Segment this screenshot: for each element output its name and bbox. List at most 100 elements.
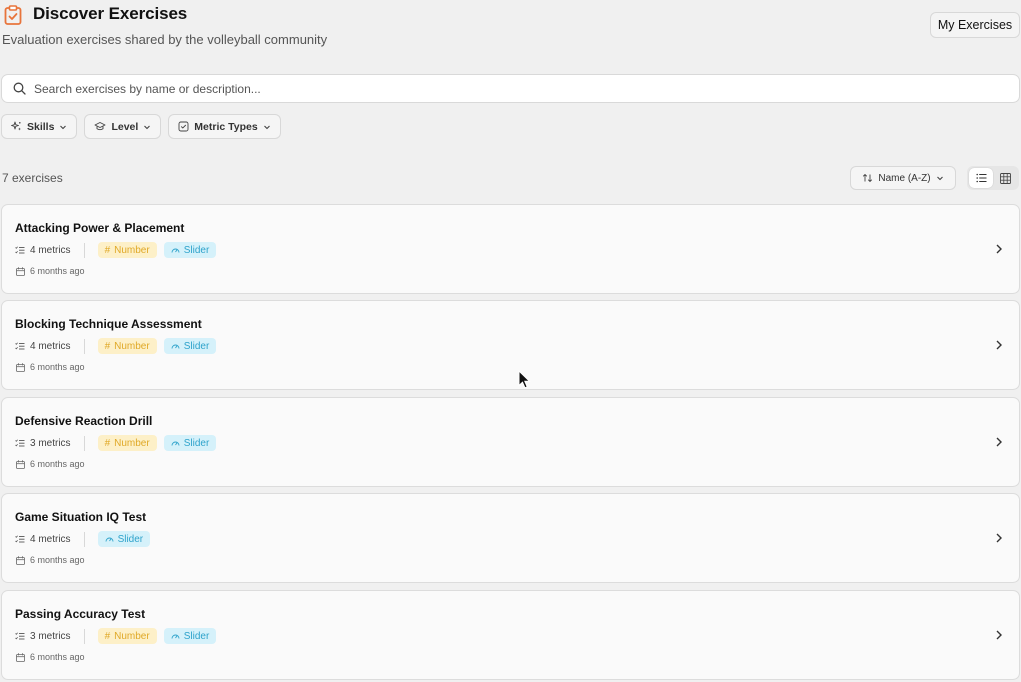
divider: [83, 531, 85, 547]
hash-icon: #: [104, 340, 111, 352]
exercise-date: 6 months ago: [16, 362, 85, 372]
number-type-badge: # Number: [97, 628, 157, 644]
number-type-badge: # Number: [97, 242, 157, 258]
chevron-right-icon[interactable]: [995, 532, 1003, 544]
list-checks-icon: [15, 439, 25, 446]
my-exercises-button[interactable]: My Exercises: [930, 12, 1020, 38]
slider-type-badge: Slider: [163, 242, 217, 258]
sort-dropdown[interactable]: Name (A-Z): [850, 166, 956, 190]
exercise-date: 6 months ago: [16, 459, 85, 469]
date-label: 6 months ago: [30, 266, 85, 276]
date-label: 6 months ago: [30, 555, 85, 565]
badge-label: Number: [114, 630, 150, 642]
chevron-down-icon: [144, 125, 151, 129]
chevron-right-icon[interactable]: [995, 436, 1003, 448]
list-checks-icon: [15, 632, 25, 639]
metrics-count: 4 metrics: [15, 341, 71, 352]
calendar-icon: [16, 555, 25, 565]
page-subtitle: Evaluation exercises shared by the volle…: [2, 32, 328, 47]
badge-label: Number: [114, 437, 150, 449]
slider-type-badge: Slider: [163, 435, 217, 451]
metrics-count-label: 3 metrics: [30, 437, 71, 449]
number-type-badge: # Number: [97, 435, 157, 451]
clipboard-check-icon: [4, 5, 22, 25]
exercise-card[interactable]: Passing Accuracy Test 3 metrics # Number…: [1, 590, 1020, 680]
chevron-down-icon: [60, 125, 67, 129]
filter-bar: Skills Level Metric Types: [1, 114, 281, 139]
date-label: 6 months ago: [30, 459, 85, 469]
calendar-icon: [16, 266, 25, 276]
exercise-date: 6 months ago: [16, 266, 85, 276]
badge-label: Slider: [183, 244, 210, 256]
checkbox-icon: [178, 121, 189, 132]
graduation-cap-icon: [94, 122, 106, 131]
gauge-icon: [105, 537, 114, 542]
badge-label: Slider: [183, 630, 210, 642]
hash-icon: #: [104, 437, 111, 449]
chevron-down-icon: [263, 125, 270, 129]
badge-label: Number: [114, 340, 150, 352]
exercise-meta: 3 metrics # Number Slider: [15, 435, 223, 451]
chevron-right-icon[interactable]: [995, 339, 1003, 351]
exercise-date: 6 months ago: [16, 555, 85, 565]
exercise-title: Game Situation IQ Test: [15, 510, 147, 524]
badge-label: Slider: [183, 340, 210, 352]
badge-label: Number: [114, 244, 150, 256]
exercise-card[interactable]: Blocking Technique Assessment 4 metrics …: [1, 300, 1020, 390]
sort-label: Name (A-Z): [878, 172, 931, 184]
exercise-date: 6 months ago: [16, 652, 85, 662]
gauge-icon: [171, 344, 180, 349]
list-checks-icon: [15, 342, 25, 349]
metrics-count-label: 4 metrics: [30, 244, 71, 256]
level-filter-label: Level: [111, 120, 139, 133]
hash-icon: #: [104, 630, 111, 642]
page-header: Discover Exercises Evaluation exercises …: [0, 0, 1021, 60]
metrics-count-label: 3 metrics: [30, 630, 71, 642]
sparkles-icon: [11, 121, 21, 131]
list-view-button[interactable]: [969, 168, 993, 188]
page-title: Discover Exercises: [33, 4, 188, 23]
slider-type-badge: Slider: [97, 531, 151, 547]
metrics-count: 3 metrics: [15, 631, 71, 642]
date-label: 6 months ago: [30, 652, 85, 662]
metric-types-filter-button[interactable]: Metric Types: [168, 114, 281, 139]
exercise-meta: 4 metrics # Number Slider: [15, 242, 223, 258]
exercise-count: 7 exercises: [2, 171, 63, 185]
slider-type-badge: Slider: [163, 338, 217, 354]
metrics-count-label: 4 metrics: [30, 340, 71, 352]
grid-icon: [999, 172, 1011, 184]
calendar-icon: [16, 362, 25, 372]
metrics-count: 4 metrics: [15, 534, 71, 545]
metric-types-filter-label: Metric Types: [194, 120, 258, 133]
hash-icon: #: [104, 244, 111, 256]
search-icon: [13, 82, 26, 95]
exercise-title: Defensive Reaction Drill: [15, 414, 153, 428]
divider: [83, 338, 85, 354]
skills-filter-label: Skills: [27, 120, 55, 133]
exercise-card[interactable]: Game Situation IQ Test 4 metrics Slider …: [1, 493, 1020, 583]
search-bar[interactable]: [1, 74, 1020, 103]
divider: [83, 435, 85, 451]
divider: [83, 628, 85, 644]
view-toggle: [967, 166, 1019, 190]
calendar-icon: [16, 459, 25, 469]
search-input[interactable]: [34, 81, 934, 96]
chevron-right-icon[interactable]: [995, 629, 1003, 641]
metrics-count-label: 4 metrics: [30, 533, 71, 545]
slider-type-badge: Slider: [163, 628, 217, 644]
grid-view-button[interactable]: [993, 168, 1017, 188]
exercise-card[interactable]: Defensive Reaction Drill 3 metrics # Num…: [1, 397, 1020, 487]
level-filter-button[interactable]: Level: [84, 114, 162, 139]
calendar-icon: [16, 652, 25, 662]
exercise-card[interactable]: Attacking Power & Placement 4 metrics # …: [1, 204, 1020, 294]
chevron-right-icon[interactable]: [995, 243, 1003, 255]
chevron-down-icon: [936, 176, 943, 181]
exercise-meta: 3 metrics # Number Slider: [15, 628, 223, 644]
sort-arrows-icon: [863, 173, 873, 183]
gauge-icon: [171, 634, 180, 639]
exercise-title: Attacking Power & Placement: [15, 221, 185, 235]
list-checks-icon: [15, 246, 25, 253]
exercise-title: Blocking Technique Assessment: [15, 317, 202, 331]
skills-filter-button[interactable]: Skills: [1, 114, 78, 139]
badge-label: Slider: [183, 437, 210, 449]
